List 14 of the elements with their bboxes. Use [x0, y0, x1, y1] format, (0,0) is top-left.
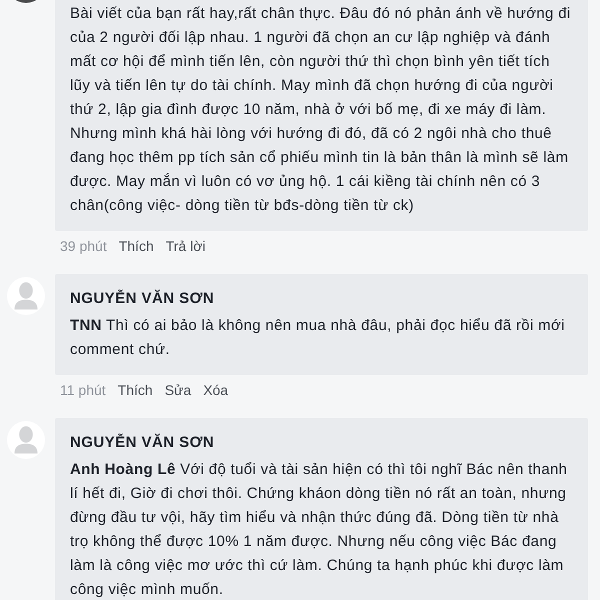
action-link[interactable]: Trả lời: [166, 236, 206, 256]
avatar-icon: [7, 421, 45, 459]
timestamp: 11 phút: [60, 381, 106, 400]
comment-text: TNN Thì có ai bảo là không nên mua nhà đâu, phải đọc hiểu đã rồi mới comment chứ.: [70, 316, 566, 360]
comment-text: Bài viết của bạn rất hay,rất chân thực. Đâu đó nó phản ánh về hướng đi của 2 người đối lập nhau. 1 người đã chọn an cư lập nghiệp và đánh mất cơ hội để mình tiến lên, còn người thứ thì chọn bình yên tiết tích lũy và tiến lên tự do tài chính. May mình đã chọn hướng đi của người thứ 2, lập gia đình được 10 năm, nhà ở với bố mẹ, đi xe máy đi làm. Nhưng mình khá hài lòng với hướng đi đó, đã có 2 ngôi nhà cho thuê đang học thêm pp tích sản cổ phiếu mình tin là bản thân là mình sẽ làm được. May mắn vì luôn có vơ ủng hộ. 1 cái kiềng tài chính nên có 3 chân(công việc- dòng tiền từ bđs-dòng tiền từ ck): [70, 4, 572, 216]
timestamp: 39 phút: [60, 237, 107, 256]
comment-text: Anh Hoàng Lê Với độ tuổi và tài sản hiện có thì tôi nghĩ Bác nên thanh lí hết đi, Giờ đi chơi thôi. Chứng kháon dòng tiền nó rất an toàn, nhưng đừng đầu tư vội, hãy tìm hiểu và nhận thức đúng đã. Dòng tiền từ nhà trọ không thể được 10% 1 năm được. Nhưng nếu công việc Bác đang làm là công việc mơ ước thì cứ làm. Chúng ta hạnh phúc khi được làm công việc mình muốn.: [70, 460, 568, 600]
author-name[interactable]: NGUYỄN VĂN SƠN: [70, 431, 214, 455]
action-link[interactable]: Xóa: [203, 380, 228, 400]
action-link[interactable]: Sửa: [164, 380, 192, 400]
avatar-icon: [7, 277, 45, 315]
action-link[interactable]: Thích: [118, 236, 154, 256]
author-name[interactable]: NGUYỄN VĂN SƠN: [70, 287, 214, 311]
action-link[interactable]: Thích: [118, 380, 153, 400]
